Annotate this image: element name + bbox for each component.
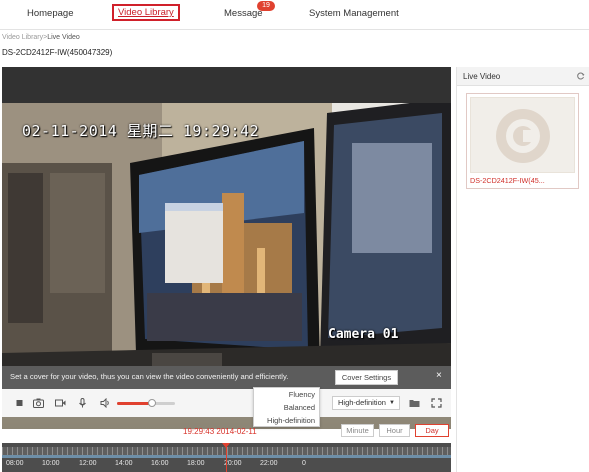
breadcrumb-parent[interactable]: Video Library	[2, 34, 43, 41]
device-title: DS-2CD2412F-IW(450047329)	[2, 48, 113, 57]
camera-device-label: DS-2CD2412F-IW(45...	[470, 176, 545, 185]
quality-option-fluency[interactable]: Fluency	[254, 390, 320, 399]
quality-option-balanced[interactable]: Balanced	[254, 403, 320, 412]
cover-prompt-bar: Set a cover for your video, thus you can…	[2, 366, 451, 389]
volume-slider-knob[interactable]	[147, 399, 156, 407]
camera-placeholder-icon	[496, 109, 550, 163]
timeline-hour-label: 10:00	[42, 460, 60, 467]
close-icon[interactable]: ×	[436, 370, 442, 381]
nav-system-management[interactable]: System Management	[309, 8, 399, 19]
panel-title: Live Video	[463, 72, 501, 81]
range-day-button[interactable]: Day	[415, 424, 449, 437]
volume-slider[interactable]	[117, 399, 175, 407]
nav-homepage[interactable]: Homepage	[27, 8, 73, 19]
timeline-hour-label: 14:00	[115, 460, 133, 467]
timeline-hour-label: 18:00	[187, 460, 205, 467]
timeline-hour-label: 22:00	[260, 460, 278, 467]
range-hour-button[interactable]: Hour	[379, 424, 410, 437]
record-icon[interactable]	[55, 398, 66, 408]
range-minute-button[interactable]: Minute	[341, 424, 374, 437]
snapshot-icon[interactable]	[33, 398, 44, 408]
refresh-icon[interactable]	[577, 72, 585, 80]
quality-select[interactable]: High-definition ▼	[332, 396, 400, 410]
folder-icon[interactable]	[409, 398, 420, 408]
cover-message: Set a cover for your video, thus you can…	[10, 372, 289, 381]
camera-thumbnail	[470, 97, 575, 173]
microphone-icon[interactable]	[77, 398, 88, 408]
panel-header: Live Video	[457, 67, 589, 86]
nav-video-library[interactable]: Video Library	[112, 4, 180, 21]
message-badge: 19	[257, 1, 275, 11]
osd-camera-name: Camera 01	[328, 327, 399, 342]
nav-message[interactable]: Message	[224, 8, 263, 19]
video-top-band	[2, 67, 451, 103]
stop-icon[interactable]	[14, 398, 25, 408]
timeline-hour-label: 08:00	[6, 460, 24, 467]
fullscreen-icon[interactable]	[431, 398, 442, 408]
player-controls: High-definition ▼	[2, 389, 451, 417]
camera-thumbnail-card[interactable]: DS-2CD2412F-IW(45...	[466, 93, 579, 189]
video-player[interactable]: 02-11-2014 星期二 19:29:42 Camera 01	[2, 67, 451, 429]
quality-option-high-definition[interactable]: High-definition	[254, 416, 320, 425]
top-navigation: Homepage Video Library Message 19 System…	[0, 0, 589, 30]
breadcrumb: Video Library>Live Video	[2, 34, 80, 41]
volume-icon[interactable]	[100, 398, 111, 408]
timeline-hour-label: 16:00	[151, 460, 169, 467]
volume-slider-fill	[117, 402, 152, 405]
timeline-playhead-head	[222, 443, 230, 448]
quality-dropdown: Fluency Balanced High-definition	[253, 387, 320, 427]
chevron-down-icon: ▼	[389, 400, 395, 406]
camera-scene	[2, 103, 451, 393]
cover-settings-button[interactable]: Cover Settings	[335, 370, 398, 385]
live-video-panel: Live Video DS-2CD2412F-IW(45...	[456, 67, 589, 472]
timeline-hour-label: 12:00	[79, 460, 97, 467]
playback-timeline[interactable]: 08:00 10:00 12:00 14:00 16:00 18:00 20:0…	[2, 443, 451, 472]
osd-datetime: 02-11-2014 星期二 19:29:42	[22, 122, 260, 140]
quality-selected-value: High-definition	[338, 398, 386, 407]
current-time: 19:29:43 2014-02-11	[183, 427, 257, 436]
timeline-hour-label: 0	[302, 460, 306, 467]
breadcrumb-current: Live Video	[47, 34, 80, 41]
